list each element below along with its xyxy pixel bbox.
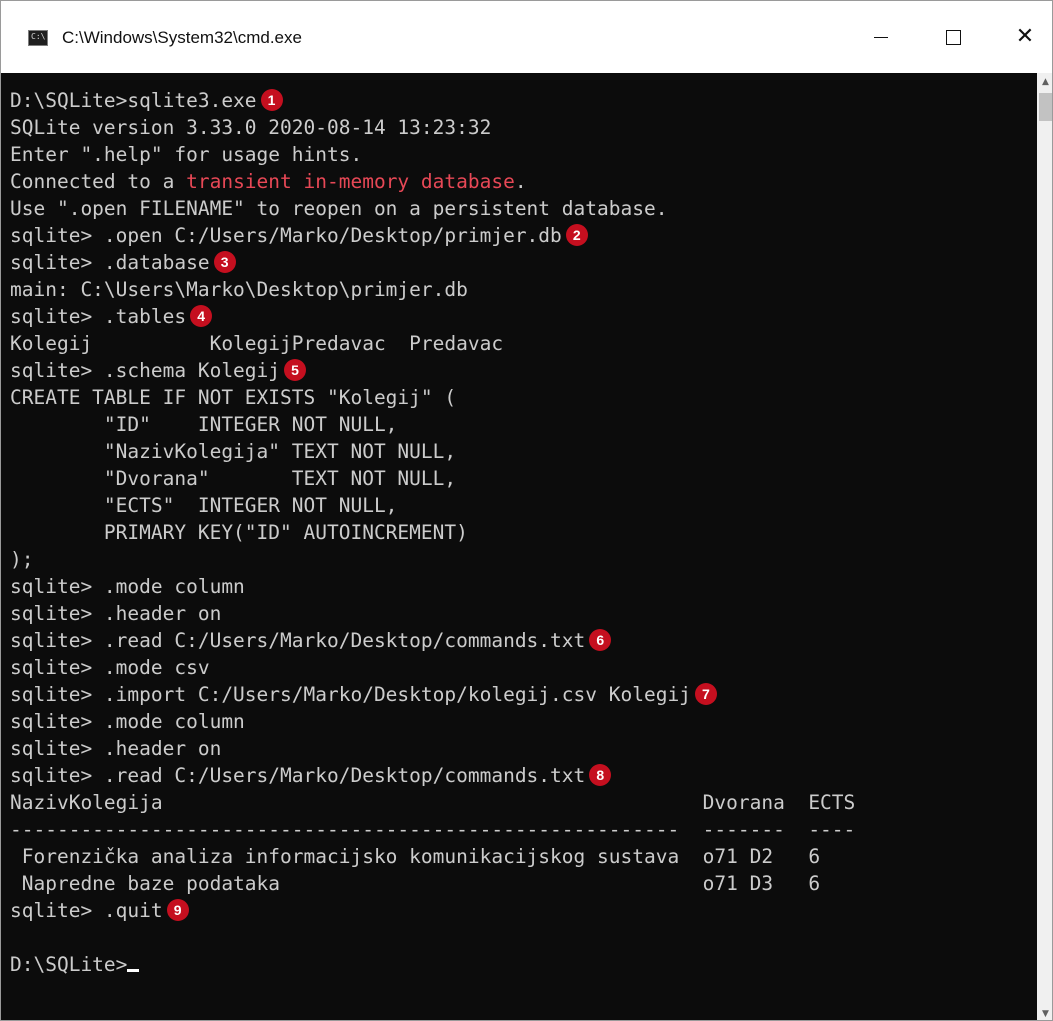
console-line: sqlite> .tables 4 — [10, 303, 213, 330]
step-number-badge: 5 — [284, 359, 307, 381]
console-text: PRIMARY KEY("ID" AUTOINCREMENT) — [10, 521, 468, 544]
console-line: "ECTS" INTEGER NOT NULL, — [10, 492, 398, 519]
highlighted-text: transient in-memory database — [186, 170, 515, 193]
console-text: NazivKolegija Dvorana ECTS — [10, 791, 856, 814]
console-line: sqlite> .header on — [10, 735, 221, 762]
console-text: sqlite> .open C:/Users/Marko/Desktop/pri… — [10, 224, 562, 247]
console-text: sqlite> .tables — [10, 305, 187, 328]
console-line: D:\SQLite> — [10, 951, 140, 978]
step-number-badge: 4 — [190, 305, 213, 327]
console-text: "ECTS" INTEGER NOT NULL, — [10, 494, 398, 517]
console-text: Napredne baze podataka o71 D3 6 — [10, 872, 821, 895]
vertical-scrollbar[interactable]: ▲ ▼ — [1037, 73, 1052, 1020]
console-text: D:\SQLite>sqlite3.exe — [10, 89, 257, 112]
cmd-window: C:\Windows\System32\cmd.exe ✕ D:\SQLite>… — [0, 0, 1053, 1021]
close-icon: ✕ — [1015, 24, 1035, 49]
console-text: sqlite> .quit — [10, 899, 163, 922]
console-line: "ID" INTEGER NOT NULL, — [10, 411, 398, 438]
console-text: sqlite> .read C:/Users/Marko/Desktop/com… — [10, 764, 586, 787]
console-text: sqlite> .read C:/Users/Marko/Desktop/com… — [10, 629, 586, 652]
console-text: Kolegij KolegijPredavac Predavac — [10, 332, 504, 355]
console-line: sqlite> .mode csv — [10, 654, 210, 681]
console-text: CREATE TABLE IF NOT EXISTS "Kolegij" ( — [10, 386, 457, 409]
console-line: ); — [10, 546, 33, 573]
console-line: CREATE TABLE IF NOT EXISTS "Kolegij" ( — [10, 384, 456, 411]
console-text: SQLite version 3.33.0 2020-08-14 13:23:3… — [10, 116, 492, 139]
scroll-down-icon[interactable]: ▼ — [1037, 1005, 1052, 1020]
console-text: sqlite> .mode column — [10, 575, 245, 598]
step-number-badge: 3 — [213, 251, 236, 273]
step-number-badge: 2 — [565, 224, 588, 246]
title-bar[interactable]: C:\Windows\System32\cmd.exe ✕ — [1, 1, 1052, 74]
console-line: Connected to a transient in-memory datab… — [10, 168, 527, 195]
console-line: sqlite> .read C:/Users/Marko/Desktop/com… — [10, 762, 612, 789]
console-line: sqlite> .mode column — [10, 573, 245, 600]
console-text: "NazivKolegija" TEXT NOT NULL, — [10, 440, 457, 463]
console-line: sqlite> .quit 9 — [10, 897, 189, 924]
maximize-icon — [945, 29, 961, 45]
console-line: Enter ".help" for usage hints. — [10, 141, 362, 168]
console-line: Forenzička analiza informacijsko komunik… — [10, 843, 820, 870]
step-number-badge: 7 — [694, 683, 717, 705]
console-text: sqlite> .import C:/Users/Marko/Desktop/k… — [10, 683, 691, 706]
console-text: sqlite> .database — [10, 251, 210, 274]
maximize-button[interactable] — [925, 1, 981, 73]
console-text: . — [514, 170, 527, 193]
console-line: sqlite> .import C:/Users/Marko/Desktop/k… — [10, 681, 717, 708]
console-text: "ID" INTEGER NOT NULL, — [10, 413, 398, 436]
step-number-badge: 9 — [166, 899, 189, 921]
console-text: Forenzička analiza informacijsko komunik… — [10, 845, 821, 868]
console-text: Use ".open FILENAME" to reopen on a pers… — [10, 197, 668, 220]
window-title: C:\Windows\System32\cmd.exe — [62, 28, 302, 47]
console-text: sqlite> .schema Kolegij — [10, 359, 281, 382]
console-line: D:\SQLite>sqlite3.exe 1 — [10, 87, 283, 114]
console-line: "NazivKolegija" TEXT NOT NULL, — [10, 438, 456, 465]
console-text: Connected to a — [10, 170, 187, 193]
minimize-button[interactable] — [853, 1, 909, 73]
console-line: sqlite> .mode column — [10, 708, 245, 735]
console-output[interactable]: D:\SQLite>sqlite3.exe 1 SQLite version 3.3… — [1, 73, 1037, 1020]
cmd-icon[interactable] — [28, 30, 48, 46]
console-line: Napredne baze podataka o71 D3 6 — [10, 870, 820, 897]
console-line: NazivKolegija Dvorana ECTS — [10, 789, 855, 816]
console-text: "Dvorana" TEXT NOT NULL, — [10, 467, 457, 490]
step-number-badge: 1 — [260, 89, 283, 111]
console-line: "Dvorana" TEXT NOT NULL, — [10, 465, 456, 492]
console-line: sqlite> .header on — [10, 600, 221, 627]
console-line: PRIMARY KEY("ID" AUTOINCREMENT) — [10, 519, 468, 546]
step-number-badge: 6 — [589, 629, 612, 651]
scroll-thumb[interactable] — [1039, 93, 1052, 121]
text-cursor — [127, 969, 140, 972]
console-line: ----------------------------------------… — [10, 816, 855, 843]
console-line: SQLite version 3.33.0 2020-08-14 13:23:3… — [10, 114, 491, 141]
console-text: Enter ".help" for usage hints. — [10, 143, 363, 166]
step-number-badge: 8 — [589, 764, 612, 786]
console-text: ----------------------------------------… — [10, 818, 856, 841]
scroll-up-icon[interactable]: ▲ — [1037, 73, 1052, 90]
console-line: sqlite> .schema Kolegij 5 — [10, 357, 307, 384]
minimize-icon — [874, 36, 888, 38]
console-line: Kolegij KolegijPredavac Predavac — [10, 330, 503, 357]
console-line: sqlite> .read C:/Users/Marko/Desktop/com… — [10, 627, 612, 654]
console-line: sqlite> .database 3 — [10, 249, 236, 276]
console-text: sqlite> .mode column — [10, 710, 245, 733]
console-text: D:\SQLite> — [10, 953, 128, 976]
console-line: Use ".open FILENAME" to reopen on a pers… — [10, 195, 667, 222]
console-text: main: C:\Users\Marko\Desktop\primjer.db — [10, 278, 468, 301]
console-line: sqlite> .open C:/Users/Marko/Desktop/pri… — [10, 222, 588, 249]
console-text: sqlite> .header on — [10, 737, 222, 760]
console-text: sqlite> .header on — [10, 602, 222, 625]
console-text: sqlite> .mode csv — [10, 656, 210, 679]
console-line: main: C:\Users\Marko\Desktop\primjer.db — [10, 276, 468, 303]
close-button[interactable]: ✕ — [997, 1, 1052, 73]
console-text: ); — [10, 548, 34, 571]
